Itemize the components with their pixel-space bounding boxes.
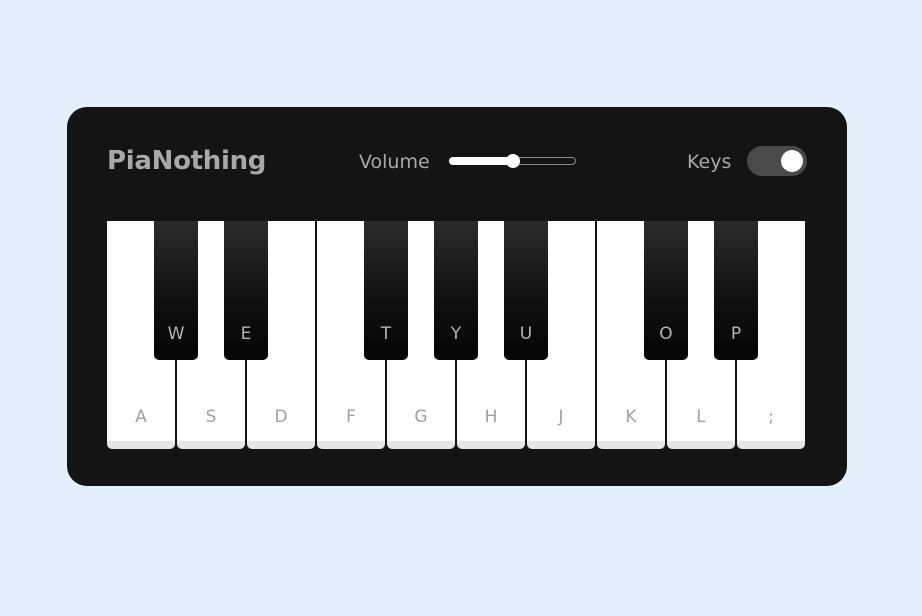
keys-label: Keys bbox=[687, 151, 732, 173]
volume-slider[interactable] bbox=[449, 154, 576, 168]
black-key-label: T bbox=[380, 324, 392, 344]
black-key-label: P bbox=[730, 324, 742, 344]
app-title: PiaNothing bbox=[107, 146, 267, 176]
volume-slider-thumb[interactable] bbox=[506, 154, 520, 168]
black-key[interactable]: T bbox=[364, 221, 408, 360]
white-key-label: H bbox=[484, 407, 498, 427]
white-key-label: K bbox=[625, 407, 637, 427]
piano-panel: PiaNothing Volume Keys A S D F G H J K L; W E T Y U O P bbox=[67, 107, 847, 486]
white-key-label: D bbox=[274, 407, 288, 427]
black-key[interactable]: E bbox=[224, 221, 268, 360]
white-key-label: L bbox=[696, 407, 706, 427]
black-key-label: O bbox=[659, 324, 673, 344]
black-key-label: Y bbox=[450, 324, 462, 344]
black-key[interactable]: U bbox=[504, 221, 548, 360]
black-key[interactable]: Y bbox=[434, 221, 478, 360]
black-key-label: E bbox=[240, 324, 252, 344]
black-key[interactable]: O bbox=[644, 221, 688, 360]
white-key-label: A bbox=[135, 407, 147, 427]
white-key-label: S bbox=[205, 407, 217, 427]
white-key-label: J bbox=[558, 407, 564, 427]
white-key-label: G bbox=[414, 407, 428, 427]
piano-keyboard: A S D F G H J K L; W E T Y U O P bbox=[107, 221, 807, 451]
volume-label: Volume bbox=[359, 151, 430, 173]
black-key-label: W bbox=[167, 324, 185, 344]
volume-slider-fill bbox=[449, 157, 513, 165]
white-key-label: ; bbox=[768, 407, 774, 427]
keys-toggle[interactable] bbox=[747, 146, 807, 176]
white-key-label: F bbox=[346, 407, 356, 427]
keys-toggle-knob[interactable] bbox=[781, 150, 803, 172]
black-key[interactable]: W bbox=[154, 221, 198, 360]
black-key-label: U bbox=[519, 324, 533, 344]
black-key[interactable]: P bbox=[714, 221, 758, 360]
